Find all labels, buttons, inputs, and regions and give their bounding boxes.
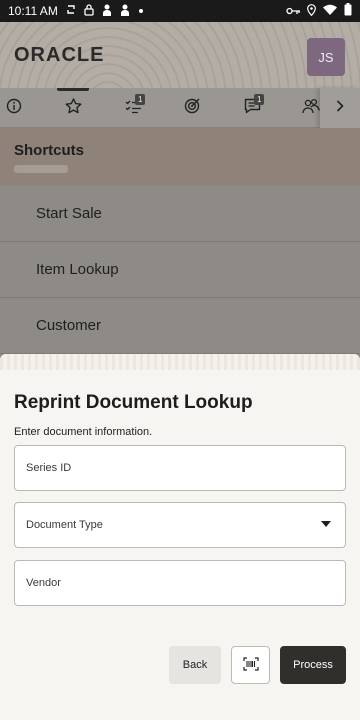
tab-targets[interactable]	[172, 88, 212, 128]
tasks-badge: 1	[135, 94, 146, 105]
tab-info[interactable]	[0, 88, 34, 128]
sheet-title: Reprint Document Lookup	[14, 392, 253, 413]
target-icon	[184, 97, 201, 119]
tab-scroll-next-button[interactable]	[320, 88, 360, 128]
shortcut-item-lookup[interactable]: Item Lookup	[0, 242, 360, 298]
person-icon	[120, 4, 130, 19]
clock: 10:11 AM	[8, 4, 58, 18]
shortcuts-subtitle-blurred	[14, 165, 68, 173]
tab-favorites[interactable]	[53, 88, 93, 128]
star-icon	[65, 97, 82, 119]
avatar[interactable]: JS	[307, 38, 345, 76]
barcode-scan-icon	[242, 656, 259, 674]
document-type-placeholder: Document Type	[26, 519, 103, 531]
sheet-top-strip	[0, 354, 360, 370]
shortcuts-header: Shortcuts	[0, 128, 360, 186]
dot-icon	[138, 6, 144, 17]
messages-badge: 1	[254, 94, 265, 105]
lock-icon	[84, 3, 94, 19]
series-id-placeholder: Series ID	[26, 462, 72, 474]
chevron-right-icon	[336, 99, 344, 117]
dropdown-arrow-icon	[321, 521, 331, 527]
group-icon	[302, 98, 320, 119]
tab-bar: 1 1	[0, 88, 360, 128]
person-icon	[102, 4, 112, 19]
vendor-field[interactable]: Vendor	[14, 560, 346, 606]
app-header: ORACLE JS	[0, 22, 360, 88]
shortcuts-title: Shortcuts	[14, 142, 85, 159]
info-icon	[6, 98, 22, 119]
tab-tasks[interactable]: 1	[113, 88, 153, 128]
document-type-select[interactable]: Document Type	[14, 502, 346, 548]
tab-messages[interactable]: 1	[232, 88, 272, 128]
key-icon	[286, 4, 300, 18]
sheet-subtitle: Enter document information.	[14, 426, 153, 438]
series-id-field[interactable]: Series ID	[14, 445, 346, 491]
vendor-placeholder: Vendor	[26, 577, 61, 589]
scan-button[interactable]	[231, 646, 270, 684]
status-bar: 10:11 AM	[0, 0, 360, 22]
wifi-icon	[323, 4, 337, 18]
location-icon	[307, 3, 316, 19]
shortcut-start-sale[interactable]: Start Sale	[0, 186, 360, 242]
shortcut-customer[interactable]: Customer	[0, 298, 360, 354]
oracle-logo: ORACLE	[14, 44, 105, 66]
shortcut-list: Start Sale Item Lookup Customer	[0, 186, 360, 354]
back-button[interactable]: Back	[169, 646, 221, 684]
reprint-document-sheet: Reprint Document Lookup Enter document i…	[0, 354, 360, 720]
tab-more[interactable]	[292, 88, 320, 128]
battery-icon	[344, 3, 352, 19]
sync-icon	[66, 4, 76, 18]
process-button[interactable]: Process	[280, 646, 346, 684]
